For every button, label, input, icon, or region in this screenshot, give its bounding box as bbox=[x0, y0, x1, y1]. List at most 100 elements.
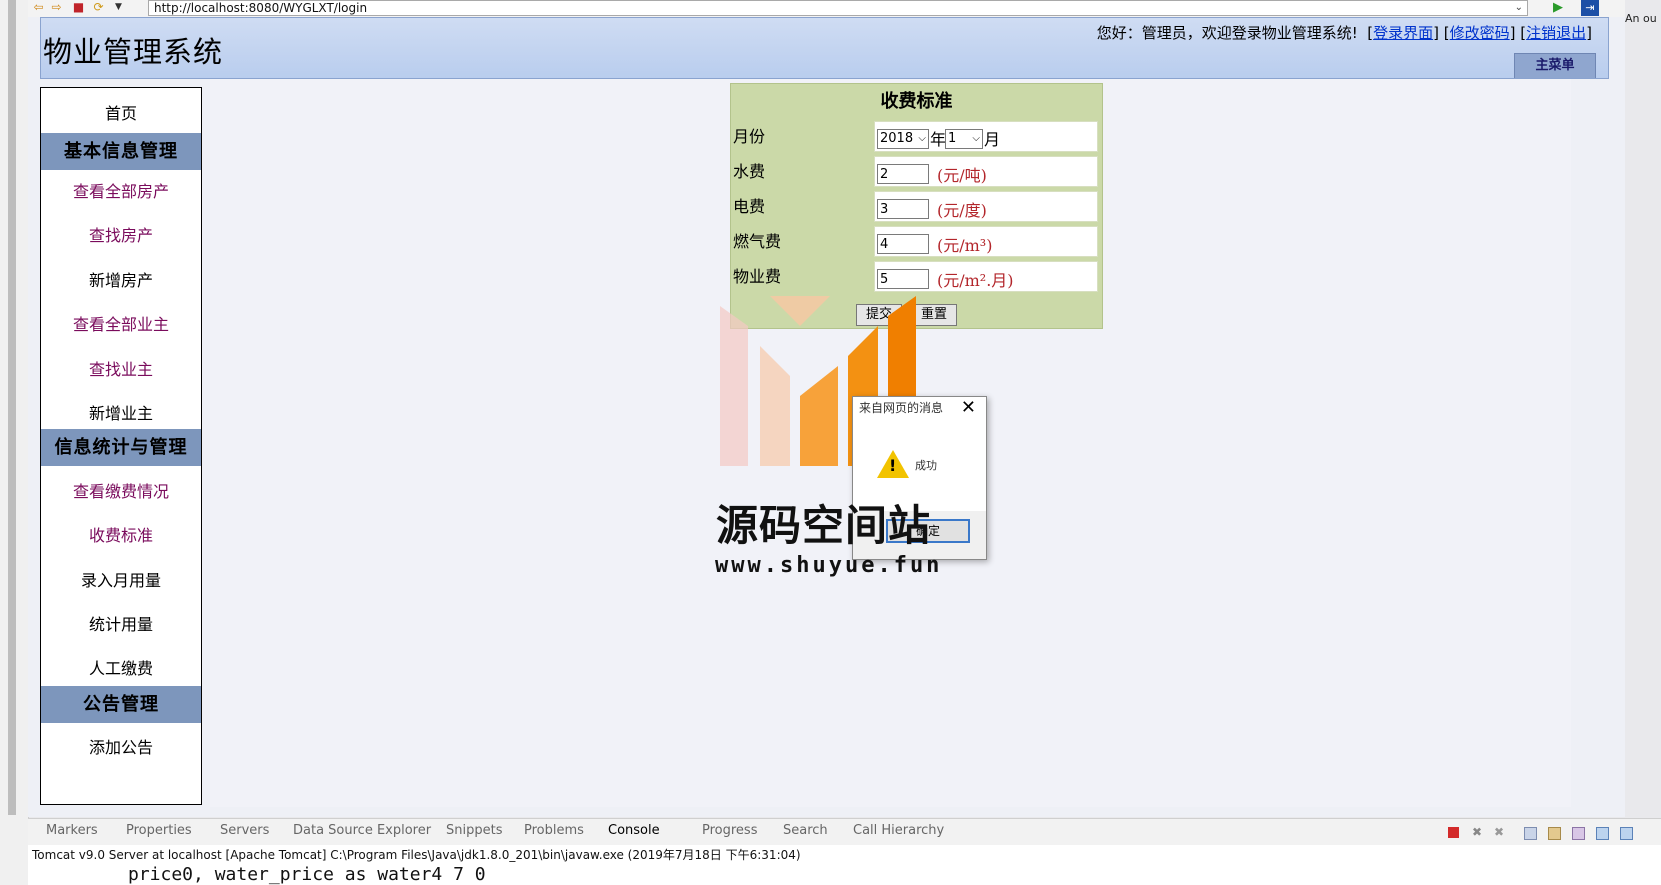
tab-search[interactable]: Search bbox=[783, 823, 828, 838]
main-menu-tab[interactable]: 主菜单 bbox=[1514, 53, 1596, 78]
elec-row: 电费 (元/度) bbox=[731, 190, 1102, 225]
open-console-icon[interactable] bbox=[1620, 827, 1633, 840]
water-input[interactable] bbox=[877, 164, 929, 184]
chevron-down-icon[interactable]: ▼ bbox=[112, 1, 125, 14]
side-note: An ou bbox=[1625, 12, 1657, 25]
login-link[interactable]: 登录界面 bbox=[1373, 24, 1433, 42]
terminate-icon[interactable] bbox=[1448, 827, 1459, 838]
watermark-triangle bbox=[770, 296, 830, 326]
tab-markers[interactable]: Markers bbox=[46, 823, 98, 838]
ide-bottom-tabs: Markers Properties Servers Data Source E… bbox=[28, 818, 1661, 845]
sidebar-item-view-all-property[interactable]: 查看全部房产 bbox=[41, 178, 201, 202]
month-cell: 2018 ⌵ 年 1 ⌵ 月 bbox=[874, 121, 1098, 152]
elec-label: 电费 bbox=[733, 197, 766, 216]
gas-label: 燃气费 bbox=[733, 232, 782, 251]
fee-standard-form: 收费标准 月份 2018⌵ 年 1⌵ 月 水费 (元/吨) 电费 (元/度) 燃… bbox=[730, 83, 1103, 329]
elec-unit: (元/度) bbox=[937, 201, 987, 220]
sidebar-item-home[interactable]: 首页 bbox=[41, 100, 201, 124]
refresh-icon[interactable]: ⟳ bbox=[92, 1, 105, 14]
site-title: 物业管理系统 bbox=[43, 35, 224, 69]
go-icon[interactable]: ▶ bbox=[1553, 0, 1569, 16]
sidebar-item-add-notice[interactable]: 添加公告 bbox=[41, 734, 201, 758]
console-header: Tomcat v9.0 Server at localhost [Apache … bbox=[28, 845, 1661, 865]
tab-properties[interactable]: Properties bbox=[126, 823, 192, 838]
dialog-title: 来自网页的消息 bbox=[859, 401, 944, 415]
sidebar-item-find-property[interactable]: 查找房产 bbox=[41, 222, 201, 246]
sidebar-item-view-all-owner[interactable]: 查看全部业主 bbox=[41, 311, 201, 335]
tab-problems[interactable]: Problems bbox=[524, 823, 584, 838]
water-cell: (元/吨) bbox=[874, 156, 1098, 187]
sidebar-item-usage-stats[interactable]: 统计用量 bbox=[41, 611, 201, 635]
pin-console-icon[interactable] bbox=[1572, 827, 1585, 840]
month-value: 1 bbox=[948, 131, 957, 146]
month-select[interactable]: 1 ⌵ bbox=[945, 129, 983, 149]
remove-launch-icon[interactable]: ✖ bbox=[1472, 826, 1483, 838]
elec-input[interactable] bbox=[877, 199, 929, 219]
logout-link[interactable]: 注销退出 bbox=[1526, 24, 1586, 42]
sidebar-item-enter-usage[interactable]: 录入月用量 bbox=[41, 567, 201, 591]
gas-cell: (元/m³) bbox=[874, 226, 1098, 257]
url-text: http://localhost:8080/WYGLXT/login bbox=[154, 1, 368, 15]
sidebar-item-manual-pay[interactable]: 人工缴费 bbox=[41, 655, 201, 679]
dialog-message: 成功 bbox=[915, 459, 937, 472]
property-fee-unit: (元/m².月) bbox=[937, 271, 1014, 290]
month-label: 月份 bbox=[733, 127, 766, 146]
url-dropdown-icon[interactable]: ⌄ bbox=[1515, 1, 1523, 15]
tab-call-hierarchy[interactable]: Call Hierarchy bbox=[853, 823, 944, 838]
water-row: 水费 (元/吨) bbox=[731, 155, 1102, 190]
url-bar[interactable]: http://localhost:8080/WYGLXT/login ⌄ bbox=[148, 0, 1528, 16]
welcome-bar: 您好：管理员，欢迎登录物业管理系统! [登录界面] [修改密码] [注销退出] bbox=[1096, 24, 1592, 42]
display-console-icon[interactable] bbox=[1596, 827, 1609, 840]
year-select[interactable]: 2018 ⌵ bbox=[877, 129, 929, 149]
gas-input[interactable] bbox=[877, 234, 929, 254]
form-title: 收费标准 bbox=[880, 91, 953, 112]
month-suffix: 月 bbox=[984, 130, 1001, 149]
tab-console[interactable]: Console bbox=[608, 823, 660, 838]
elec-cell: (元/度) bbox=[874, 191, 1098, 222]
watermark-text: 源码空间站 bbox=[716, 501, 932, 550]
sidebar-item-view-payment[interactable]: 查看缴费情况 bbox=[41, 478, 201, 502]
property-fee-input[interactable] bbox=[877, 269, 929, 289]
ide-left-gutter bbox=[0, 0, 29, 885]
property-fee-row: 物业费 (元/m².月) bbox=[731, 260, 1102, 295]
clear-console-icon[interactable] bbox=[1524, 827, 1537, 840]
watermark-url: www.shuyue.fun bbox=[715, 553, 943, 578]
sidebar-item-add-property[interactable]: 新增房产 bbox=[41, 267, 201, 291]
welcome-text: 您好：管理员，欢迎登录物业管理系统! bbox=[1096, 24, 1358, 42]
year-value: 2018 bbox=[880, 131, 914, 146]
month-row: 月份 2018 ⌵ 年 1 ⌵ 月 bbox=[731, 120, 1102, 155]
year-suffix: 年 bbox=[930, 130, 947, 149]
warning-mark: ! bbox=[889, 456, 897, 475]
close-icon[interactable]: ✕ bbox=[961, 399, 976, 417]
sidebar-item-add-owner[interactable]: 新增业主 bbox=[41, 400, 201, 424]
sidebar: 首页 基本信息管理 查看全部房产 查找房产 新增房产 查看全部业主 查找业主 新… bbox=[40, 87, 202, 805]
stop-icon[interactable]: ■ bbox=[72, 1, 85, 14]
sidebar-section-basic: 基本信息管理 bbox=[41, 133, 201, 170]
water-unit: (元/吨) bbox=[937, 166, 987, 185]
watermark-bar-2 bbox=[760, 346, 790, 466]
sidebar-item-fee-standard[interactable]: 收费标准 bbox=[41, 522, 201, 546]
property-fee-label: 物业费 bbox=[733, 267, 782, 286]
site-header: 物业管理系统 您好：管理员，欢迎登录物业管理系统! [登录界面] [修改密码] … bbox=[40, 17, 1609, 79]
chevron-down-icon: ⌵ bbox=[972, 133, 980, 144]
water-label: 水费 bbox=[733, 162, 766, 181]
watermark-bar-1 bbox=[720, 306, 748, 466]
gas-row: 燃气费 (元/m³) bbox=[731, 225, 1102, 260]
forward-icon[interactable]: ⇨ bbox=[50, 1, 63, 14]
remove-all-icon[interactable]: ✖ bbox=[1494, 826, 1505, 838]
change-password-link[interactable]: 修改密码 bbox=[1450, 24, 1510, 42]
watermark-bar-3 bbox=[800, 366, 838, 466]
console-output: price0, water_price as water4 7 0 bbox=[28, 865, 1661, 885]
gas-unit: (元/m³) bbox=[937, 236, 993, 255]
sidebar-section-notice: 公告管理 bbox=[41, 686, 201, 723]
tab-snippets[interactable]: Snippets bbox=[446, 823, 502, 838]
browser-toolbar: ⇦ ⇨ ■ ⟳ ▼ http://localhost:8080/WYGLXT/l… bbox=[28, 0, 1625, 17]
sidebar-item-find-owner[interactable]: 查找业主 bbox=[41, 356, 201, 380]
external-browser-icon[interactable]: ⇥ bbox=[1581, 0, 1599, 16]
tab-progress[interactable]: Progress bbox=[702, 823, 757, 838]
back-icon[interactable]: ⇦ bbox=[32, 1, 45, 14]
scroll-lock-icon[interactable] bbox=[1548, 827, 1561, 840]
tab-servers[interactable]: Servers bbox=[220, 823, 269, 838]
property-fee-cell: (元/m².月) bbox=[874, 261, 1098, 292]
tab-data-source-explorer[interactable]: Data Source Explorer bbox=[293, 823, 431, 838]
